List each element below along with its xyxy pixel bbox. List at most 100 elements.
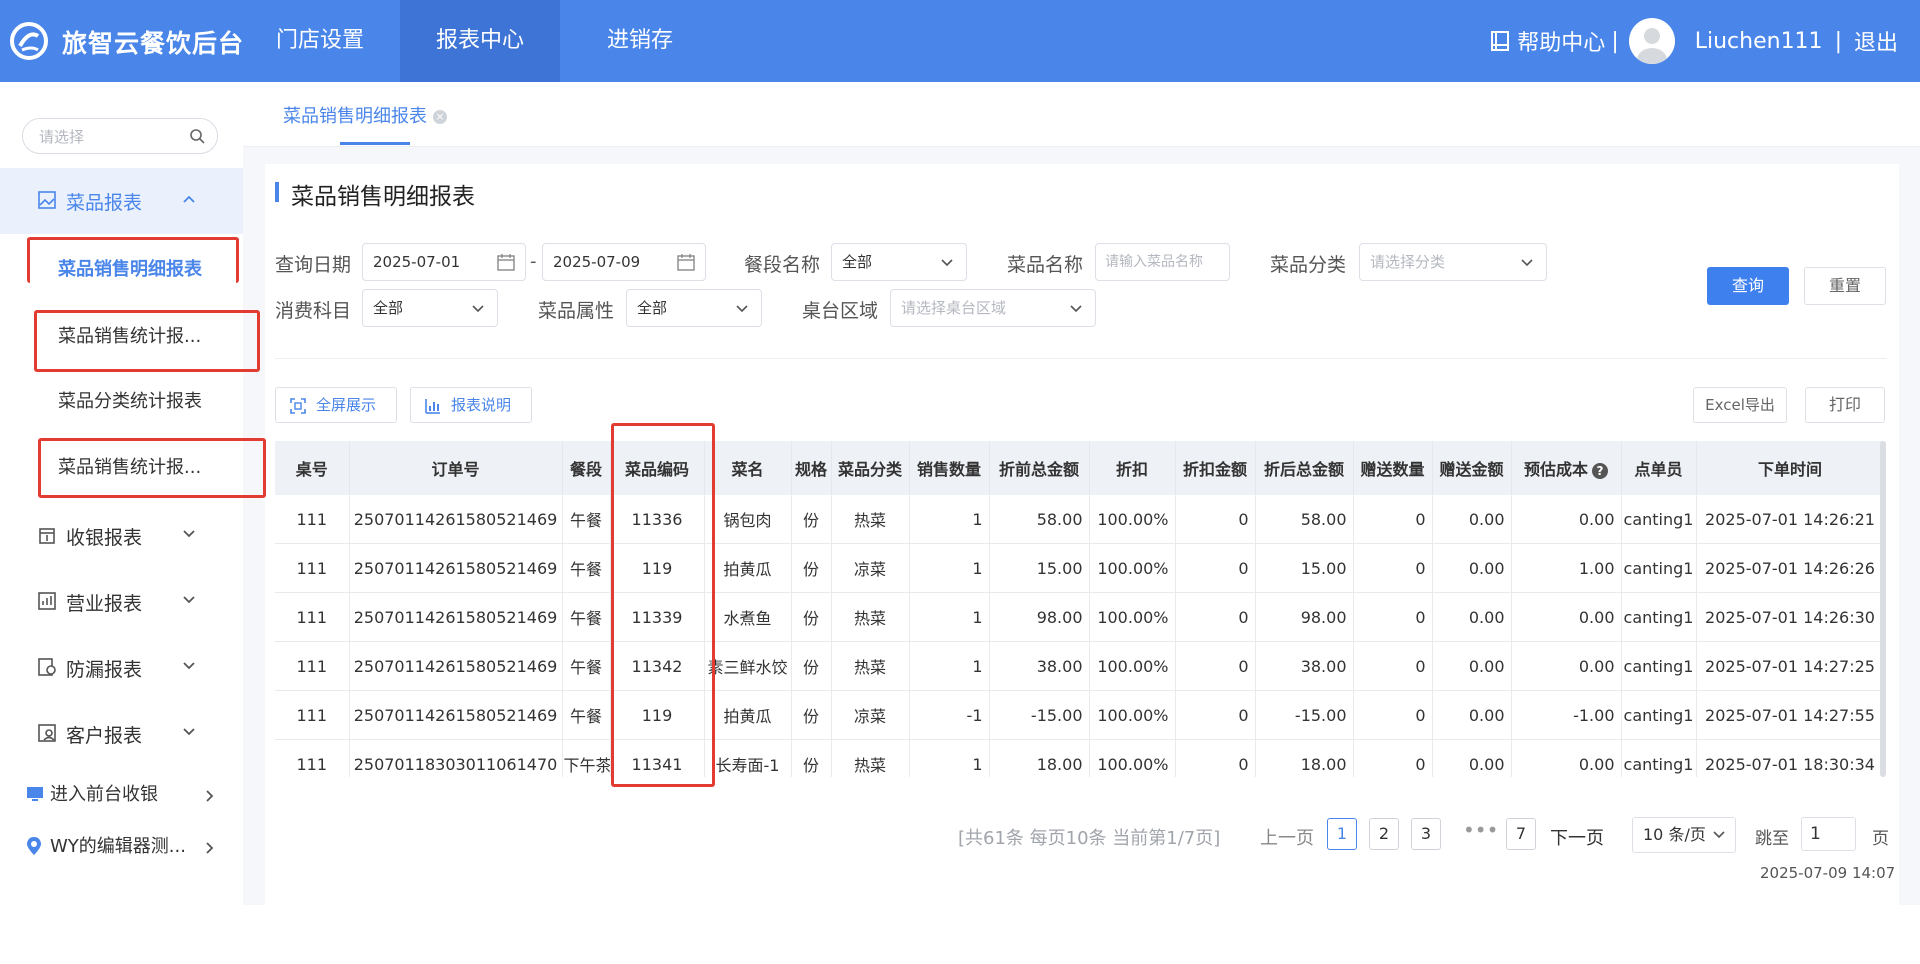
table-cell: 0	[1353, 543, 1433, 593]
col-header[interactable]: 赠送金额	[1432, 441, 1512, 495]
sidebar-group-business-report[interactable]: 营业报表	[0, 569, 243, 635]
help-center-link[interactable]: 帮助中心	[1517, 25, 1605, 57]
sidebar-group-customer-report[interactable]: 客户报表	[0, 701, 243, 767]
sidebar-group-cashier-report[interactable]: 收银报表	[0, 503, 243, 569]
sidebar-group-dish-report[interactable]: 菜品报表	[0, 168, 243, 234]
area-label: 桌台区域	[802, 300, 879, 322]
chevron-down-icon	[941, 259, 953, 267]
dish-name-input[interactable]: 请输入菜品名称	[1095, 243, 1230, 281]
table-cell: 0.00	[1432, 543, 1512, 593]
leak-report-icon	[38, 658, 56, 676]
table-row[interactable]: 111 25070114261580521469 午餐 11342 素三鲜水饺份热菜 1 3…	[275, 641, 1884, 691]
sidebar-link-front-cashier[interactable]: 进入前台收银	[0, 770, 243, 820]
username[interactable]: Liuchen111	[1695, 29, 1823, 54]
reset-button[interactable]: 重置	[1804, 267, 1886, 305]
print-button[interactable]: 打印	[1805, 387, 1885, 423]
page-button-2[interactable]: 2	[1369, 818, 1399, 850]
table-cell: 0	[1175, 690, 1256, 740]
excel-export-button[interactable]: Excel导出	[1693, 387, 1787, 423]
date-start-input[interactable]: 2025-07-01	[362, 243, 526, 281]
chevron-down-icon	[736, 305, 748, 313]
table-cell: 100.00%	[1089, 543, 1176, 593]
sidebar-link-wy-editor[interactable]: WY的编辑器测...	[0, 822, 243, 872]
meal-select[interactable]: 全部	[831, 243, 967, 281]
page-size-select[interactable]: 10 条/页	[1632, 817, 1736, 853]
user-icon	[1636, 28, 1667, 64]
col-header[interactable]: 餐段	[562, 441, 611, 495]
jump-page-input[interactable]: 1	[1801, 817, 1856, 851]
col-header-estimated-cost[interactable]: 预估成本?	[1511, 441, 1622, 495]
table-cell: 份	[791, 641, 832, 691]
avatar[interactable]	[1628, 18, 1675, 64]
calendar-icon	[497, 254, 515, 271]
pagination-ellipsis[interactable]: •••	[1463, 818, 1498, 842]
table-cell: canting1	[1621, 690, 1697, 740]
table-cell: 111	[275, 543, 350, 593]
sidebar-group-label: 营业报表	[66, 592, 143, 615]
area-select[interactable]: 请选择桌台区域	[890, 289, 1096, 327]
table-row[interactable]: 111 25070114261580521469 午餐 11339 水煮鱼份热菜 1 98.…	[275, 592, 1884, 642]
nav-report-center[interactable]: 报表中心	[400, 0, 560, 82]
question-icon[interactable]: ?	[1592, 462, 1608, 479]
table-row[interactable]: 111 25070114261580521469 午餐 11336 锅包肉份热菜 1 58.…	[275, 495, 1884, 544]
sidebar-group-leak-report[interactable]: 防漏报表	[0, 635, 243, 701]
col-header[interactable]: 折后总金额	[1255, 441, 1354, 495]
table-cell: 热菜	[831, 495, 910, 544]
table-cell: 0.00	[1432, 495, 1512, 544]
top-navigation-bar: 旅智云餐饮后台 门店设置 报表中心 进销存 帮助中心 | Liuchen111 …	[0, 0, 1920, 82]
col-header[interactable]: 折扣	[1089, 441, 1176, 495]
fullscreen-button[interactable]: 全屏展示	[275, 387, 397, 423]
page-button-1[interactable]: 1	[1327, 818, 1357, 850]
page-unit-label: 页	[1872, 829, 1889, 849]
location-pin-icon	[27, 837, 41, 855]
subject-select[interactable]: 全部	[362, 289, 498, 327]
nav-inventory[interactable]: 进销存	[560, 0, 720, 82]
prev-page-link[interactable]: 上一页	[1260, 824, 1314, 850]
report-table-container: 桌号 订单号 餐段 菜品编码 菜名 规格 菜品分类 销售数量 折前总金额 折扣 …	[275, 441, 1884, 777]
table-cell: 2025-07-01 14:26:26	[1696, 543, 1884, 593]
table-row[interactable]: 111 25070118303011061470 下午茶 11341 长寿面-1 份热菜 1…	[275, 739, 1884, 777]
chevron-down-icon	[472, 305, 484, 313]
col-header[interactable]: 订单号	[349, 441, 563, 495]
table-scrollbar[interactable]	[1880, 441, 1886, 777]
sidebar-search-input[interactable]: 请选择	[22, 118, 218, 154]
subject-value: 全部	[373, 299, 404, 317]
logout-link[interactable]: 退出	[1854, 25, 1898, 57]
table-cell: 0	[1175, 641, 1256, 691]
col-header[interactable]: 下单时间	[1696, 441, 1884, 495]
col-header[interactable]: 菜品分类	[831, 441, 910, 495]
table-cell: 锅包肉	[704, 495, 792, 544]
col-header[interactable]: 菜名	[704, 441, 792, 495]
table-row[interactable]: 111 25070114261580521469 午餐 119 拍黄瓜份凉菜 -1 -15.…	[275, 690, 1884, 740]
col-header[interactable]: 规格	[791, 441, 832, 495]
top-right-area: 帮助中心 | Liuchen111 | 退出	[1489, 0, 1898, 82]
next-page-link[interactable]: 下一页	[1550, 824, 1604, 850]
table-row[interactable]: 111 25070114261580521469 午餐 119 拍黄瓜份凉菜 1 15.00…	[275, 543, 1884, 593]
col-header[interactable]: 销售数量	[909, 441, 990, 495]
date-end-input[interactable]: 2025-07-09	[542, 243, 706, 281]
header-separator: |	[1834, 28, 1842, 54]
highlight-box	[611, 423, 715, 787]
tab-dish-sales-detail[interactable]: 菜品销售明细报表 ×	[283, 102, 447, 128]
page-button-7[interactable]: 7	[1506, 818, 1536, 850]
category-select[interactable]: 请选择分类	[1359, 243, 1547, 281]
table-cell: 0.00	[1432, 690, 1512, 740]
query-button[interactable]: 查询	[1707, 267, 1789, 305]
table-cell: -1.00	[1511, 690, 1622, 740]
meal-label: 餐段名称	[744, 254, 821, 276]
col-header[interactable]: 折扣金额	[1175, 441, 1256, 495]
page-button-3[interactable]: 3	[1411, 818, 1441, 850]
nav-store-settings[interactable]: 门店设置	[240, 0, 400, 82]
col-header[interactable]: 折前总金额	[989, 441, 1090, 495]
col-header[interactable]: 点单员	[1621, 441, 1697, 495]
sidebar-item-dish-category-stat[interactable]: 菜品分类统计报表	[0, 372, 243, 432]
chevron-down-icon	[1713, 831, 1725, 839]
table-cell: 份	[791, 739, 832, 777]
page-title: 菜品销售明细报表	[291, 184, 475, 210]
report-explain-button[interactable]: 报表说明	[410, 387, 532, 423]
col-header[interactable]: 赠送数量	[1353, 441, 1433, 495]
col-header[interactable]: 桌号	[275, 441, 350, 495]
close-icon[interactable]: ×	[433, 110, 447, 124]
attribute-select[interactable]: 全部	[626, 289, 762, 327]
area-placeholder: 请选择桌台区域	[901, 299, 1007, 317]
